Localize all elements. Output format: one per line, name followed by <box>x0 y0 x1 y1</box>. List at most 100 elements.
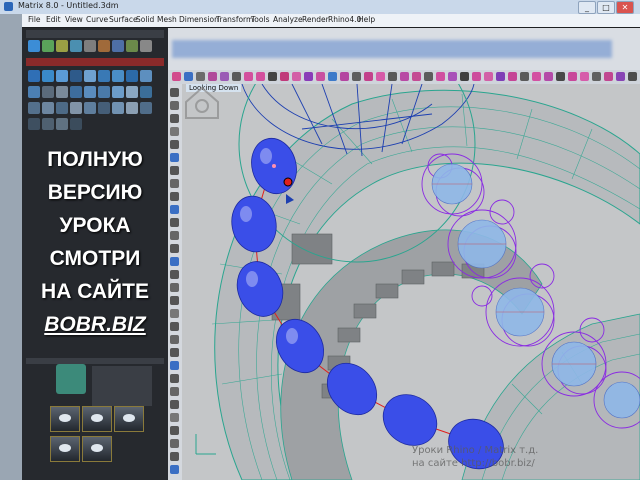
redo-icon[interactable] <box>256 72 265 81</box>
tool-q-icon[interactable] <box>126 86 138 98</box>
menu-help[interactable]: Help <box>358 15 375 24</box>
tool-d-icon[interactable] <box>70 70 82 82</box>
gem-thumb-5[interactable] <box>82 436 112 462</box>
tool-ae-icon[interactable] <box>70 118 82 130</box>
rotate-obj-icon[interactable] <box>170 335 179 344</box>
tool-s-icon[interactable] <box>28 102 40 114</box>
menu-render[interactable]: Render <box>302 15 329 24</box>
grid-icon[interactable] <box>340 72 349 81</box>
group-icon[interactable] <box>170 439 179 448</box>
tool-w-icon[interactable] <box>84 102 96 114</box>
select-icon[interactable] <box>328 72 337 81</box>
zoom-window-icon[interactable] <box>304 72 313 81</box>
tool-g-icon[interactable] <box>112 70 124 82</box>
layer-icon[interactable] <box>352 72 361 81</box>
tool-x-icon[interactable] <box>98 102 110 114</box>
menu-mesh[interactable]: Mesh <box>157 15 177 24</box>
polyline-icon[interactable] <box>170 114 179 123</box>
tool-j-icon[interactable] <box>28 86 40 98</box>
gem-thumb-4[interactable] <box>50 436 80 462</box>
fillet-icon[interactable] <box>170 296 179 305</box>
toolbar-icon-35[interactable] <box>580 72 589 81</box>
panel-tab-bar[interactable] <box>26 58 164 66</box>
paste-icon[interactable] <box>232 72 241 81</box>
toolbar-icon-28[interactable] <box>496 72 505 81</box>
pan-icon[interactable] <box>268 72 277 81</box>
tool-u-icon[interactable] <box>56 102 68 114</box>
tool-i-icon[interactable] <box>140 70 152 82</box>
tool-v-icon[interactable] <box>70 102 82 114</box>
tool-k-icon[interactable] <box>42 86 54 98</box>
gem-thumb-1[interactable] <box>50 406 80 432</box>
text-icon[interactable] <box>170 205 179 214</box>
polygon-icon[interactable] <box>170 192 179 201</box>
arc-icon[interactable] <box>170 153 179 162</box>
sphere-icon[interactable] <box>170 244 179 253</box>
builder-ring-icon[interactable] <box>28 40 40 52</box>
dimension-icon[interactable] <box>170 452 179 461</box>
gem-thumb-2[interactable] <box>82 406 112 432</box>
tool-h-icon[interactable] <box>126 70 138 82</box>
ellipse-icon[interactable] <box>170 166 179 175</box>
tool-c-icon[interactable] <box>56 70 68 82</box>
help-icon[interactable] <box>628 72 637 81</box>
tool-z-icon[interactable] <box>126 102 138 114</box>
toolbar-icon-21[interactable] <box>412 72 421 81</box>
tool-t-icon[interactable] <box>42 102 54 114</box>
move-icon[interactable] <box>170 309 179 318</box>
save-icon[interactable] <box>184 72 193 81</box>
tool-aa-icon[interactable] <box>140 102 152 114</box>
tool-y-icon[interactable] <box>112 102 124 114</box>
mirror-icon[interactable] <box>170 361 179 370</box>
toolbar-icon-38[interactable] <box>616 72 625 81</box>
cut-icon[interactable] <box>208 72 217 81</box>
array-icon[interactable] <box>170 374 179 383</box>
copy-obj-icon[interactable] <box>170 322 179 331</box>
copy-icon[interactable] <box>220 72 229 81</box>
tool-ac-icon[interactable] <box>42 118 54 130</box>
circle-icon[interactable] <box>170 140 179 149</box>
print-icon[interactable] <box>196 72 205 81</box>
builder-shank-icon[interactable] <box>42 40 54 52</box>
control-point-marker[interactable] <box>283 177 293 187</box>
toolbar-icon-26[interactable] <box>472 72 481 81</box>
tool-ad-icon[interactable] <box>56 118 68 130</box>
close-button[interactable]: ✕ <box>616 1 634 14</box>
zoom-icon[interactable] <box>292 72 301 81</box>
builder-pave-icon[interactable] <box>112 40 124 52</box>
undo-icon[interactable] <box>244 72 253 81</box>
builder-head-icon[interactable] <box>56 40 68 52</box>
builder-channel-icon[interactable] <box>126 40 138 52</box>
zoom-extents-icon[interactable] <box>316 72 325 81</box>
point-icon[interactable] <box>170 88 179 97</box>
tool-a-icon[interactable] <box>28 70 40 82</box>
tool-o-icon[interactable] <box>98 86 110 98</box>
render-icon[interactable] <box>364 72 373 81</box>
tool-m-icon[interactable] <box>70 86 82 98</box>
builder-extra-icon[interactable] <box>140 40 152 52</box>
menu-file[interactable]: File <box>28 15 41 24</box>
menu-surface[interactable]: Surface <box>109 15 138 24</box>
toolbar-icon-24[interactable] <box>448 72 457 81</box>
toolbar-icon-36[interactable] <box>592 72 601 81</box>
toolbar-icon-34[interactable] <box>568 72 577 81</box>
toolbar-icon-22[interactable] <box>424 72 433 81</box>
menu-transform[interactable]: Transform <box>216 15 253 24</box>
builder-gem-icon[interactable] <box>70 40 82 52</box>
menu-curve[interactable]: Curve <box>86 15 108 24</box>
tool-n-icon[interactable] <box>84 86 96 98</box>
gem-icon[interactable] <box>400 72 409 81</box>
analyze-icon[interactable] <box>170 465 179 474</box>
toolbar-icon-25[interactable] <box>460 72 469 81</box>
material-icon[interactable] <box>376 72 385 81</box>
minimize-button[interactable]: _ <box>578 1 596 14</box>
menu-analyze[interactable]: Analyze <box>273 15 303 24</box>
trim-icon[interactable] <box>170 387 179 396</box>
tool-e-icon[interactable] <box>84 70 96 82</box>
surface-icon[interactable] <box>170 218 179 227</box>
cylinder-icon[interactable] <box>170 257 179 266</box>
scale-icon[interactable] <box>170 348 179 357</box>
tool-f-icon[interactable] <box>98 70 110 82</box>
menu-dimension[interactable]: Dimension <box>179 15 219 24</box>
line-icon[interactable] <box>170 101 179 110</box>
